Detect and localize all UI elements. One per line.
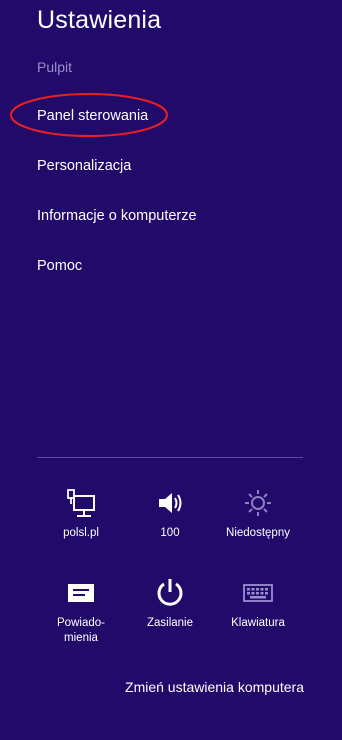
volume-label: 100 xyxy=(160,527,180,539)
power-tile[interactable]: Zasilanie xyxy=(130,576,210,631)
speaker-icon xyxy=(130,486,210,520)
brightness-icon xyxy=(218,486,298,520)
change-pc-settings-link[interactable]: Zmień ustawienia komputera xyxy=(125,679,304,695)
notifications-icon xyxy=(41,576,121,610)
volume-tile[interactable]: 100 xyxy=(130,486,210,541)
power-label: Zasilanie xyxy=(146,617,194,629)
divider xyxy=(37,457,303,458)
menu-item-help[interactable]: Pomoc xyxy=(37,258,82,274)
keyboard-label: Klawiatura xyxy=(231,617,285,629)
notifications-label: Powiado- mienia xyxy=(57,617,105,644)
keyboard-tile[interactable]: Klawiatura xyxy=(218,576,298,631)
menu-item-control-panel[interactable]: Panel sterowania xyxy=(37,108,148,124)
network-label: polsl.pl xyxy=(63,527,99,539)
menu-item-pc-info[interactable]: Informacje o komputerze xyxy=(37,208,197,224)
network-icon xyxy=(41,486,121,520)
current-context-label: Pulpit xyxy=(37,59,73,75)
network-tile[interactable]: polsl.pl xyxy=(41,486,121,541)
brightness-label: Niedostępny xyxy=(226,527,290,539)
notifications-tile[interactable]: Powiado- mienia xyxy=(41,576,121,646)
menu-item-personalization[interactable]: Personalizacja xyxy=(37,158,131,174)
power-icon xyxy=(130,576,210,610)
keyboard-icon xyxy=(218,576,298,610)
page-title: Ustawienia xyxy=(37,6,162,34)
brightness-tile: Niedostępny xyxy=(218,486,298,541)
